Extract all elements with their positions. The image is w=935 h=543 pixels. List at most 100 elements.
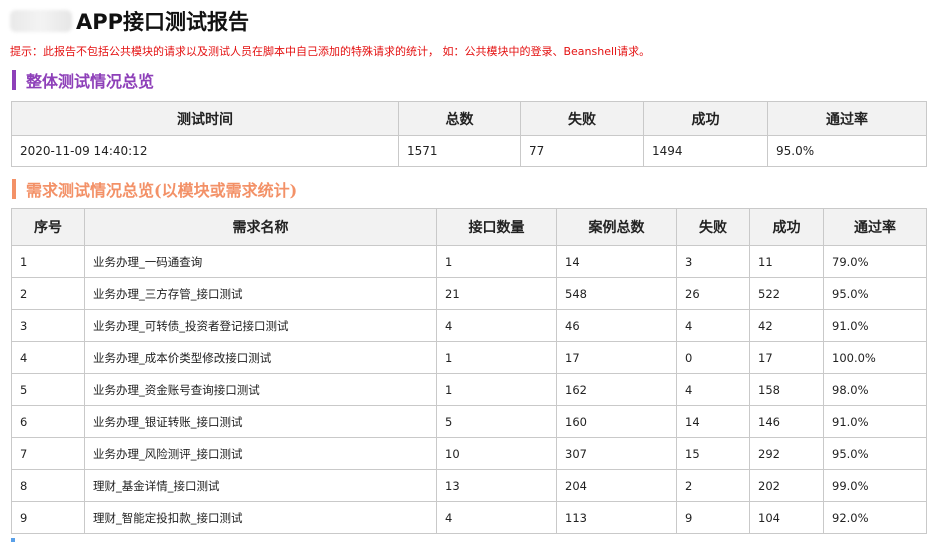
cell-requirement-name: 业务办理_成本价类型修改接口测试 xyxy=(84,341,437,374)
report-title-row: APP接口测试报告 xyxy=(10,6,249,36)
col-header-pass-rate: 通过率 xyxy=(823,208,927,246)
table-row: 6 业务办理_银证转账_接口测试 5 160 14 146 91.0% xyxy=(11,405,927,438)
cell-failed: 26 xyxy=(676,277,750,310)
cell-pass-rate: 95.0% xyxy=(823,277,927,310)
cell-failed: 14 xyxy=(676,405,750,438)
section-accent-bar xyxy=(12,179,16,199)
cell-requirement-name: 业务办理_风险测评_接口测试 xyxy=(84,437,437,470)
cell-requirement-name: 业务办理_资金账号查询接口测试 xyxy=(84,373,437,406)
cell-success: 1494 xyxy=(643,135,768,167)
overall-heading-text: 整体测试情况总览 xyxy=(26,72,155,91)
cell-index: 3 xyxy=(11,309,85,342)
cell-failed: 3 xyxy=(676,245,750,278)
cell-requirement-name: 理财_基金详情_接口测试 xyxy=(84,469,437,502)
cell-success: 292 xyxy=(749,437,824,470)
col-header-pass-rate: 通过率 xyxy=(767,101,927,136)
cell-index: 4 xyxy=(11,341,85,374)
cell-case-total: 160 xyxy=(556,405,677,438)
cell-case-total: 204 xyxy=(556,469,677,502)
cell-case-total: 162 xyxy=(556,373,677,406)
cell-case-total: 46 xyxy=(556,309,677,342)
section-accent-bar xyxy=(12,70,16,90)
cell-api-count: 1 xyxy=(436,245,557,278)
report-tip: 提示：此报告不包括公共模块的请求以及测试人员在脚本中自己添加的特殊请求的统计， … xyxy=(10,45,651,58)
col-header-requirement-name: 需求名称 xyxy=(84,208,437,246)
overall-data-row: 2020-11-09 14:40:12 1571 77 1494 95.0% xyxy=(11,135,927,167)
table-row: 2 业务办理_三方存管_接口测试 21 548 26 522 95.0% xyxy=(11,277,927,310)
cell-api-count: 21 xyxy=(436,277,557,310)
cell-index: 8 xyxy=(11,469,85,502)
cell-success: 158 xyxy=(749,373,824,406)
cell-index: 6 xyxy=(11,405,85,438)
cell-case-total: 113 xyxy=(556,501,677,534)
cell-success: 104 xyxy=(749,501,824,534)
cell-pass-rate: 91.0% xyxy=(823,405,927,438)
cell-index: 1 xyxy=(11,245,85,278)
cell-test-time: 2020-11-09 14:40:12 xyxy=(11,135,399,167)
cell-success: 42 xyxy=(749,309,824,342)
cell-failed: 4 xyxy=(676,309,750,342)
cell-failed: 9 xyxy=(676,501,750,534)
cell-requirement-name: 业务办理_一码通查询 xyxy=(84,245,437,278)
cell-index: 5 xyxy=(11,373,85,406)
cell-pass-rate: 100.0% xyxy=(823,341,927,374)
cell-index: 2 xyxy=(11,277,85,310)
cell-requirement-name: 理财_智能定投扣款_接口测试 xyxy=(84,501,437,534)
cell-index: 7 xyxy=(11,437,85,470)
cell-requirement-name: 业务办理_银证转账_接口测试 xyxy=(84,405,437,438)
partial-next-section-marker xyxy=(11,538,15,542)
cell-requirement-name: 业务办理_可转债_投资者登记接口测试 xyxy=(84,309,437,342)
cell-api-count: 10 xyxy=(436,437,557,470)
col-header-failed: 失败 xyxy=(676,208,750,246)
cell-case-total: 14 xyxy=(556,245,677,278)
cell-pass-rate: 91.0% xyxy=(823,309,927,342)
table-row: 3 业务办理_可转债_投资者登记接口测试 4 46 4 42 91.0% xyxy=(11,309,927,342)
cell-failed: 15 xyxy=(676,437,750,470)
cell-case-total: 17 xyxy=(556,341,677,374)
cell-pass-rate: 92.0% xyxy=(823,501,927,534)
cell-pass-rate: 79.0% xyxy=(823,245,927,278)
cell-api-count: 13 xyxy=(436,469,557,502)
cell-api-count: 4 xyxy=(436,309,557,342)
cell-failed: 77 xyxy=(520,135,644,167)
col-header-api-count: 接口数量 xyxy=(436,208,557,246)
cell-success: 202 xyxy=(749,469,824,502)
cell-case-total: 307 xyxy=(556,437,677,470)
col-header-failed: 失败 xyxy=(520,101,644,136)
cell-success: 17 xyxy=(749,341,824,374)
overall-summary-table: 测试时间 总数 失败 成功 通过率 2020-11-09 14:40:12 15… xyxy=(11,101,927,167)
table-row: 8 理财_基金详情_接口测试 13 204 2 202 99.0% xyxy=(11,469,927,502)
table-row: 7 业务办理_风险测评_接口测试 10 307 15 292 95.0% xyxy=(11,437,927,470)
detail-heading-text: 需求测试情况总览(以模块或需求统计) xyxy=(26,181,298,200)
overall-section-heading: 整体测试情况总览 xyxy=(12,70,155,91)
blurred-brand-logo xyxy=(10,10,72,32)
cell-failed: 0 xyxy=(676,341,750,374)
cell-total: 1571 xyxy=(398,135,521,167)
table-row: 4 业务办理_成本价类型修改接口测试 1 17 0 17 100.0% xyxy=(11,341,927,374)
col-header-total: 总数 xyxy=(398,101,521,136)
col-header-success: 成功 xyxy=(643,101,768,136)
cell-case-total: 548 xyxy=(556,277,677,310)
table-row: 1 业务办理_一码通查询 1 14 3 11 79.0% xyxy=(11,245,927,278)
cell-api-count: 1 xyxy=(436,373,557,406)
requirement-summary-table: 序号 需求名称 接口数量 案例总数 失败 成功 通过率 1 业务办理_一码通查询 1… xyxy=(11,208,927,534)
cell-api-count: 4 xyxy=(436,501,557,534)
cell-pass-rate: 98.0% xyxy=(823,373,927,406)
cell-failed: 2 xyxy=(676,469,750,502)
cell-success: 522 xyxy=(749,277,824,310)
col-header-test-time: 测试时间 xyxy=(11,101,399,136)
cell-pass-rate: 95.0% xyxy=(823,437,927,470)
cell-api-count: 5 xyxy=(436,405,557,438)
detail-section-heading: 需求测试情况总览(以模块或需求统计) xyxy=(12,179,298,200)
cell-index: 9 xyxy=(11,501,85,534)
cell-success: 146 xyxy=(749,405,824,438)
cell-requirement-name: 业务办理_三方存管_接口测试 xyxy=(84,277,437,310)
col-header-success: 成功 xyxy=(749,208,824,246)
cell-failed: 4 xyxy=(676,373,750,406)
cell-api-count: 1 xyxy=(436,341,557,374)
col-header-index: 序号 xyxy=(11,208,85,246)
page-title: APP接口测试报告 xyxy=(76,10,250,34)
detail-header-row: 序号 需求名称 接口数量 案例总数 失败 成功 通过率 xyxy=(11,208,927,246)
overall-header-row: 测试时间 总数 失败 成功 通过率 xyxy=(11,101,927,136)
cell-success: 11 xyxy=(749,245,824,278)
